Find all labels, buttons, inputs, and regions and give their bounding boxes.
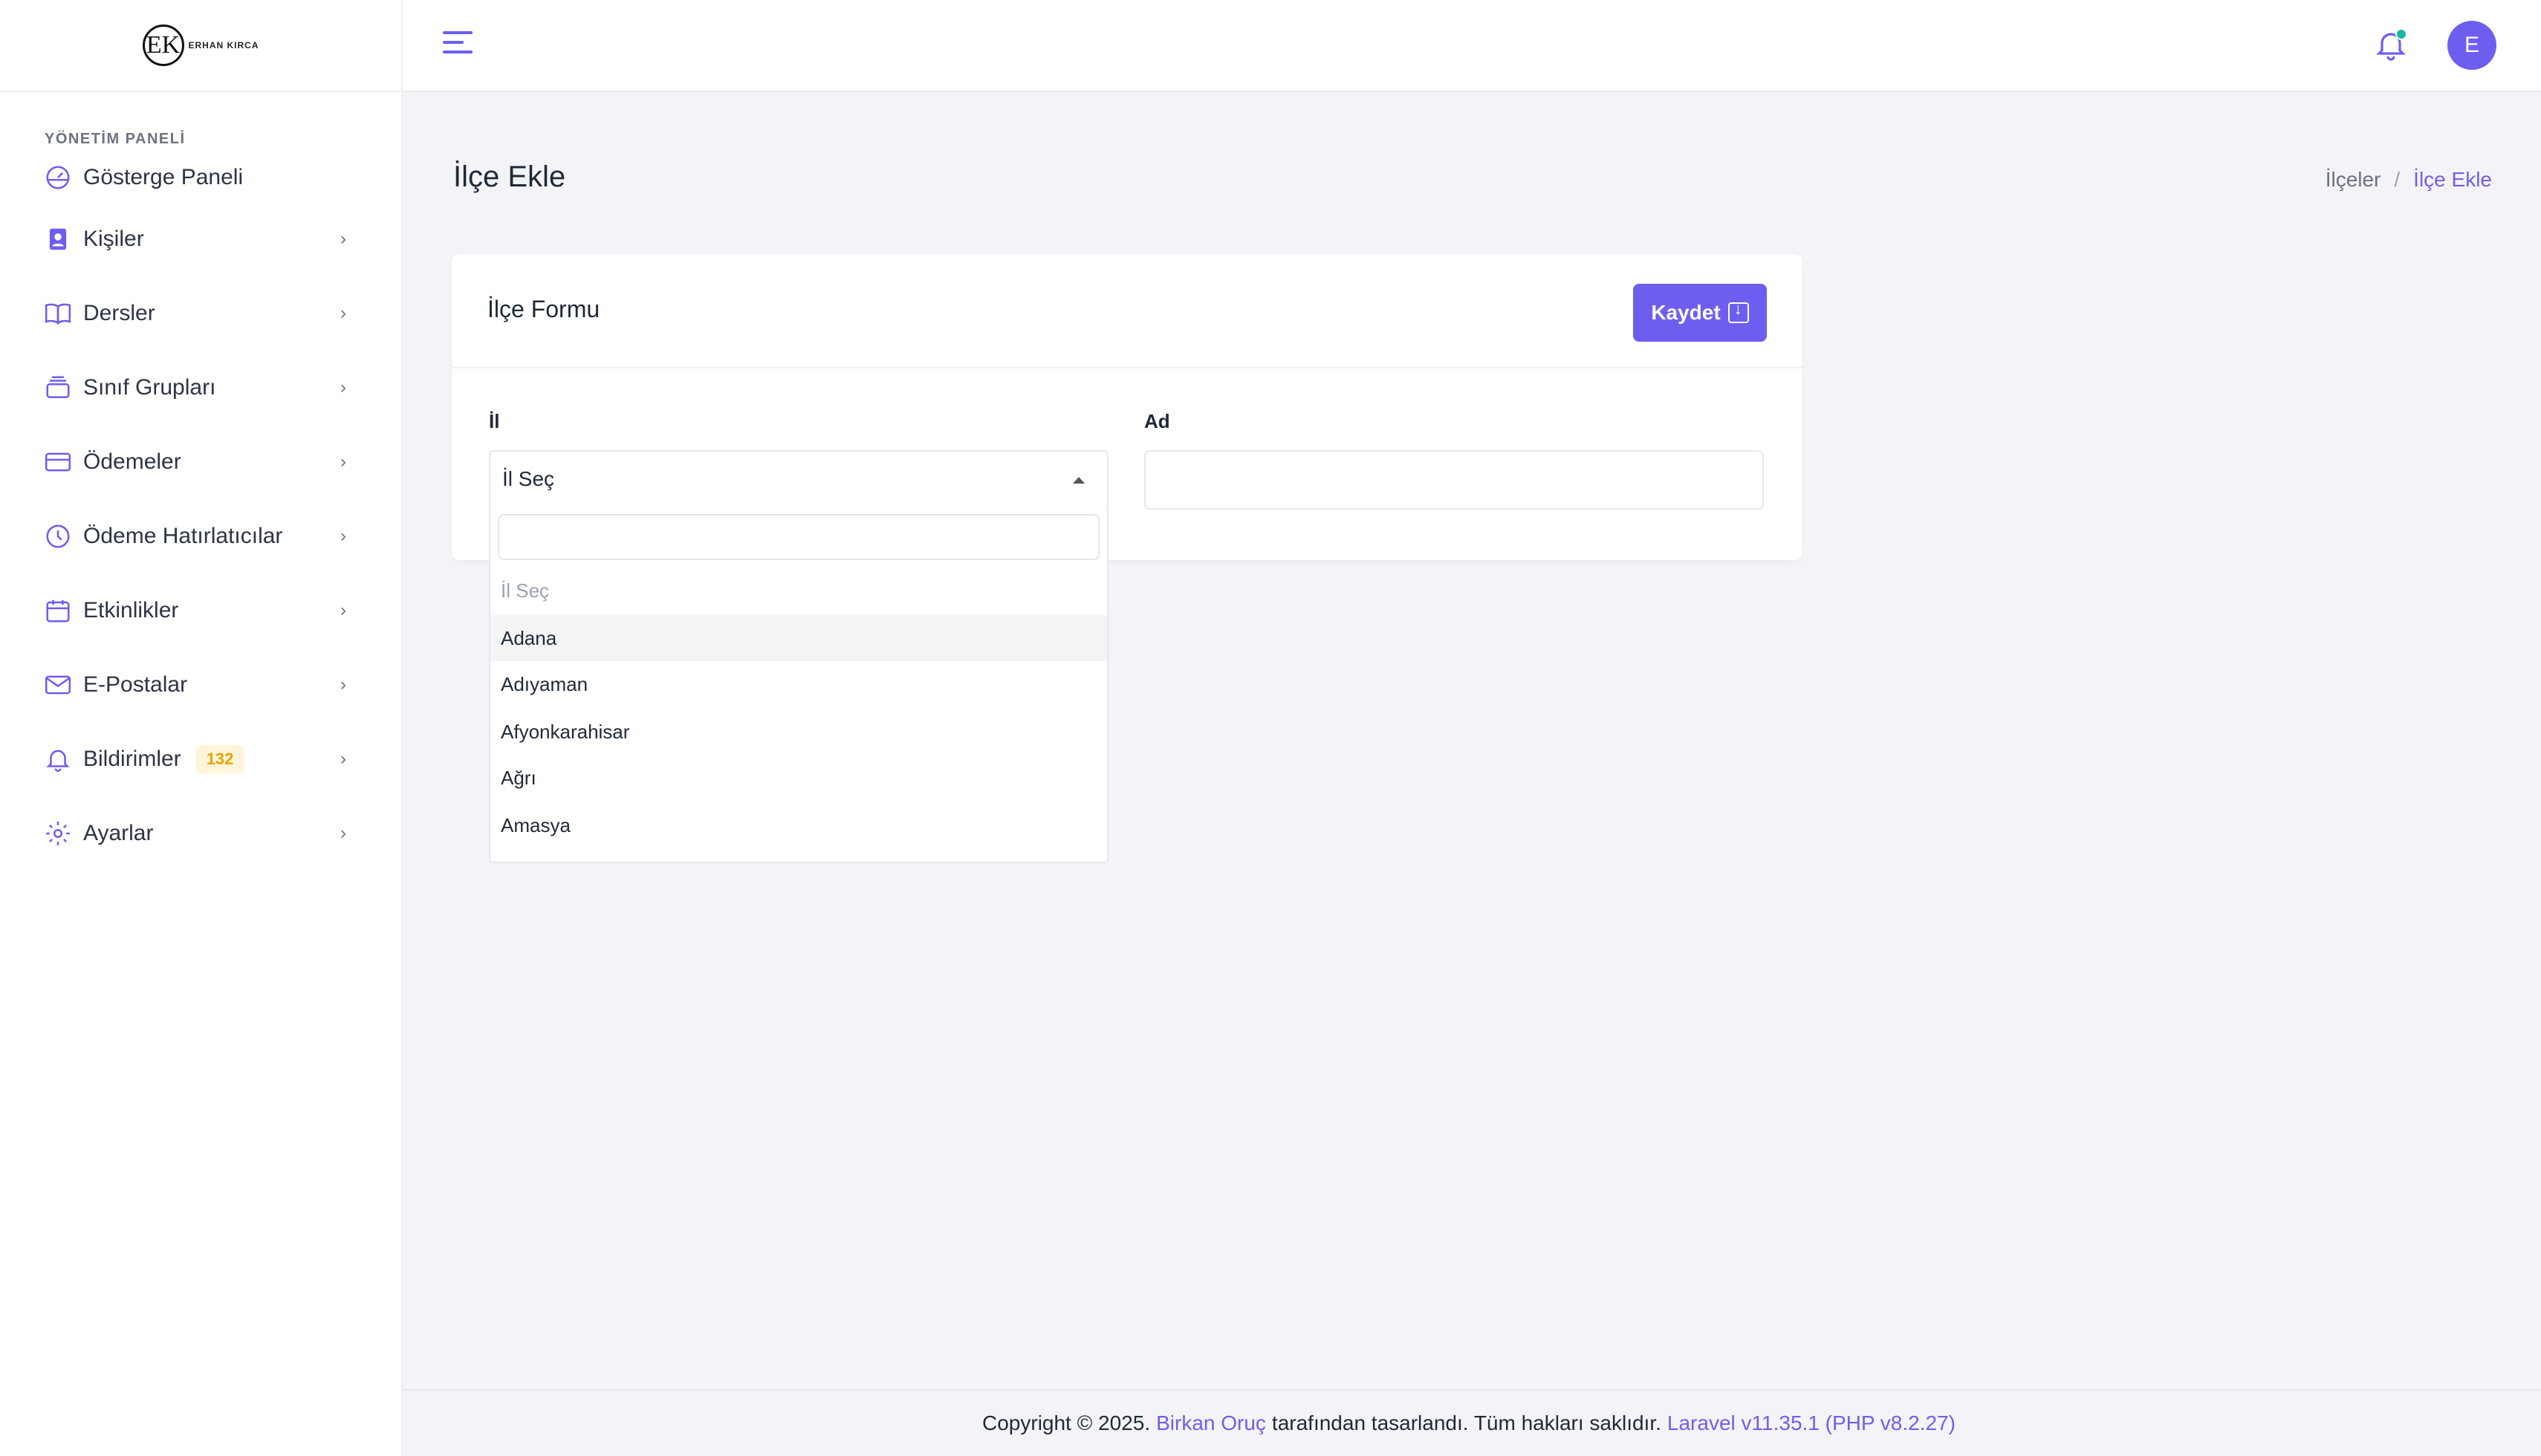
caret-up-icon (1073, 477, 1085, 484)
sidebar-item-contacts[interactable]: Kişiler › (0, 202, 401, 276)
name-label: Ad (1144, 410, 1170, 432)
save-button-label: Kaydet (1651, 301, 1721, 324)
chevron-right-icon: › (340, 377, 346, 397)
sidebar-item-dashboard[interactable]: Gösterge Paneli (0, 153, 401, 202)
sidebar-item-label: Sınıf Grupları (83, 375, 216, 400)
province-select[interactable]: İl Seç (489, 450, 1109, 508)
gear-icon (43, 819, 73, 848)
chevron-right-icon: › (340, 600, 346, 620)
chevron-right-icon: › (340, 749, 346, 769)
sidebar-item-label: Gösterge Paneli (83, 165, 244, 189)
layers-icon (43, 373, 73, 403)
app-root: EK ERHAN KIRCA YÖNETİM PANELİ Gösterge P… (0, 0, 2541, 1456)
chevron-right-icon: › (340, 823, 346, 843)
sidebar-item-label: Bildirimler (83, 747, 181, 771)
dropdown-option[interactable]: İl Seç (490, 568, 1107, 614)
chevron-right-icon: › (340, 229, 346, 249)
notification-count-badge: 132 (195, 745, 244, 773)
logo-monogram: EK (142, 25, 184, 66)
sidebar-item-events[interactable]: Etkinlikler › (0, 573, 401, 648)
page-title: İlçe Ekle (453, 160, 566, 193)
footer-author-link[interactable]: Birkan Oruç (1156, 1411, 1266, 1435)
card-header: İlçe Formu Kaydet (452, 254, 1802, 368)
breadcrumb-parent[interactable]: İlçeler (2326, 168, 2381, 192)
menu-toggle-icon[interactable] (443, 31, 473, 58)
dropdown-option[interactable]: Amasya (490, 802, 1107, 848)
sidebar-item-emails[interactable]: E-Postalar › (0, 648, 401, 722)
clock-icon (43, 521, 73, 551)
nav-caption: YÖNETİM PANELİ (45, 131, 186, 147)
province-label: İl (489, 410, 500, 432)
mail-icon (43, 670, 73, 700)
dropdown-option[interactable]: Adana (490, 615, 1107, 661)
sidebar-item-payments[interactable]: Ödemeler › (0, 425, 401, 499)
sidebar-item-label: Kişiler (83, 227, 144, 251)
sidebar-item-label: Ayarlar (83, 821, 154, 845)
dashboard-icon (43, 163, 73, 192)
book-icon (43, 299, 73, 328)
sidebar: EK ERHAN KIRCA YÖNETİM PANELİ Gösterge P… (0, 0, 403, 1456)
logo-text: ERHAN KIRCA (188, 40, 259, 51)
logo[interactable]: EK ERHAN KIRCA (0, 0, 401, 92)
footer-copyright: Copyright © 2025. (982, 1411, 1151, 1434)
dropdown-option[interactable]: Adıyaman (490, 661, 1107, 707)
contact-icon (43, 224, 73, 254)
breadcrumb-separator: / (2394, 168, 2401, 191)
footer-version: Laravel v11.35.1 (PHP v8.2.27) (1667, 1411, 1956, 1434)
topbar: E (403, 0, 2541, 92)
sidebar-item-settings[interactable]: Ayarlar › (0, 796, 401, 871)
name-input[interactable] (1144, 450, 1764, 510)
credit-card-icon (43, 447, 73, 477)
province-search-input[interactable] (498, 514, 1100, 560)
chevron-right-icon: › (340, 675, 346, 695)
sidebar-item-courses[interactable]: Dersler › (0, 276, 401, 351)
footer: Copyright © 2025. Birkan Oruç tarafından… (403, 1389, 2541, 1456)
sidebar-item-class-groups[interactable]: Sınıf Grupları › (0, 351, 401, 425)
breadcrumb: İlçeler / İlçe Ekle (2326, 168, 2492, 192)
logo-mark: EK ERHAN KIRCA (142, 25, 259, 66)
chevron-right-icon: › (340, 526, 346, 546)
sidebar-item-label: Dersler (83, 301, 155, 325)
chevron-right-icon: › (340, 303, 346, 323)
notification-bell-icon[interactable] (2373, 27, 2409, 62)
sidebar-item-label: Ödemeler (83, 449, 181, 474)
calendar-icon (43, 596, 73, 625)
dropdown-option[interactable]: Ağrı (490, 755, 1107, 801)
save-button[interactable]: Kaydet (1633, 284, 1767, 342)
avatar[interactable]: E (2447, 21, 2496, 70)
province-select-value: İl Seç (502, 467, 555, 490)
bell-icon (43, 744, 73, 774)
province-dropdown: İl Seç Adana Adıyaman Afyonkarahisar Ağr… (489, 507, 1109, 863)
sidebar-item-label: E-Postalar (83, 672, 188, 697)
sidebar-item-label: Ödeme Hatırlatıcılar (83, 524, 283, 548)
footer-rights: tarafından tasarlandı. Tüm hakları saklı… (1271, 1411, 1661, 1434)
save-icon (1727, 299, 1749, 323)
breadcrumb-current: İlçe Ekle (2413, 168, 2492, 191)
sidebar-item-notifications[interactable]: Bildirimler 132 › (0, 722, 401, 796)
chevron-right-icon: › (340, 452, 346, 472)
notification-dot (2395, 28, 2407, 40)
sidebar-item-payment-reminders[interactable]: Ödeme Hatırlatıcılar › (0, 499, 401, 573)
dropdown-option[interactable]: Afyonkarahisar (490, 709, 1107, 755)
card-title: İlçe Formu (487, 296, 600, 322)
sidebar-item-label: Etkinlikler (83, 598, 179, 623)
